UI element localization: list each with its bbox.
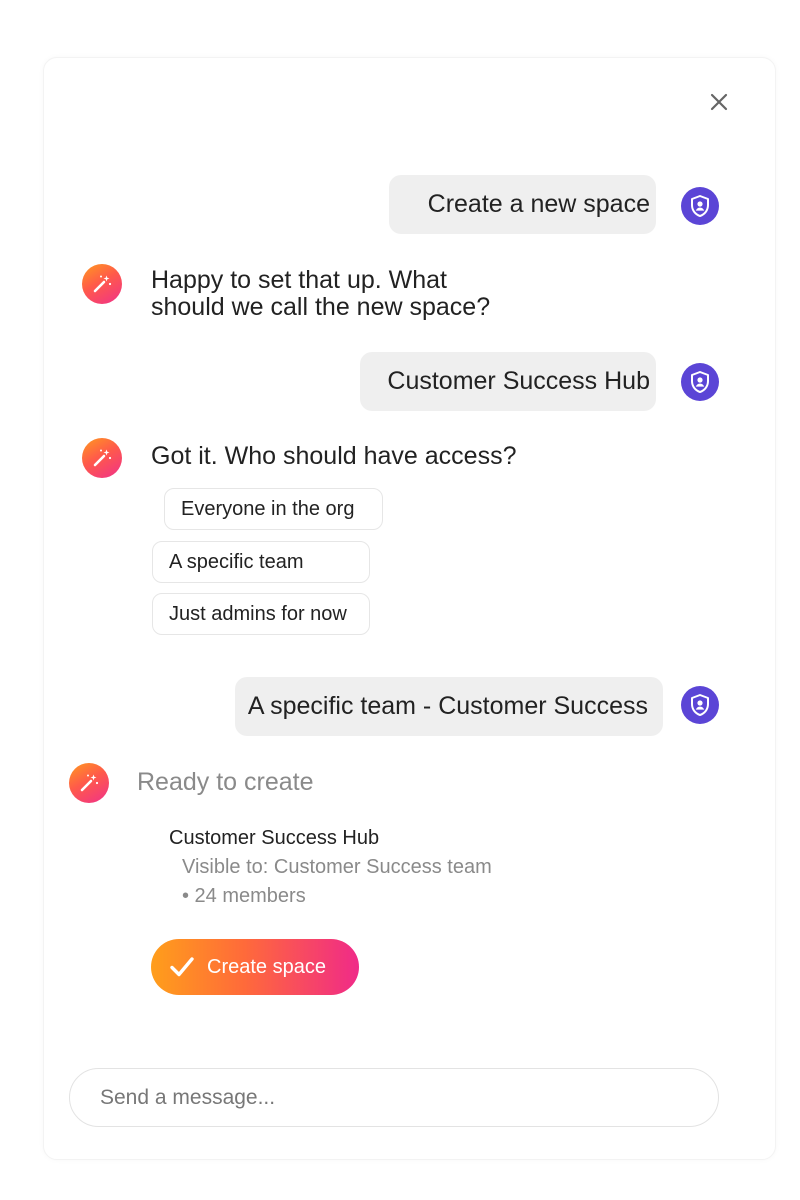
access-option-label: Everyone in the org (181, 497, 355, 520)
magic-wand-icon (80, 774, 99, 792)
user-message-text: Create a new space (427, 190, 650, 218)
access-option-label: Just admins for now (169, 602, 347, 625)
shield-user-icon (691, 371, 709, 393)
magic-wand-icon (93, 275, 112, 293)
access-option-label: A specific team (169, 550, 304, 573)
shield-user-icon (691, 195, 709, 217)
create-space-label: Create space (207, 955, 326, 978)
assistant-avatar (82, 438, 122, 478)
user-message-bubble: A specific team - Customer Success (235, 677, 663, 736)
user-message-text: Customer Success Hub (387, 367, 650, 395)
access-option-specific-team[interactable]: A specific team (152, 541, 370, 583)
assistant-avatar (69, 763, 109, 803)
access-option-everyone[interactable]: Everyone in the org (164, 488, 383, 530)
create-space-button[interactable]: Create space (151, 939, 359, 995)
user-avatar (681, 686, 719, 724)
assistant-avatar (82, 264, 122, 304)
magic-wand-icon (93, 449, 112, 467)
close-button[interactable] (706, 89, 732, 115)
summary-members: • 24 members (182, 885, 306, 907)
shield-user-icon (691, 694, 709, 716)
assistant-message-text: Happy to set that up. What should we cal… (151, 266, 491, 321)
message-input[interactable] (69, 1068, 719, 1127)
user-message-text: A specific team - Customer Success (247, 692, 648, 720)
summary-visibility: Visible to: Customer Success team (182, 856, 492, 878)
access-option-admins[interactable]: Just admins for now (152, 593, 370, 635)
assistant-message-text: Got it. Who should have access? (151, 442, 517, 470)
user-avatar (681, 363, 719, 401)
summary-space-name: Customer Success Hub (169, 827, 380, 849)
checkmark-icon (169, 955, 195, 979)
close-icon (710, 93, 728, 111)
summary-heading: Ready to create (137, 768, 314, 796)
user-message-bubble: Customer Success Hub (360, 352, 656, 411)
user-avatar (681, 187, 719, 225)
user-message-bubble: Create a new space (389, 175, 656, 234)
